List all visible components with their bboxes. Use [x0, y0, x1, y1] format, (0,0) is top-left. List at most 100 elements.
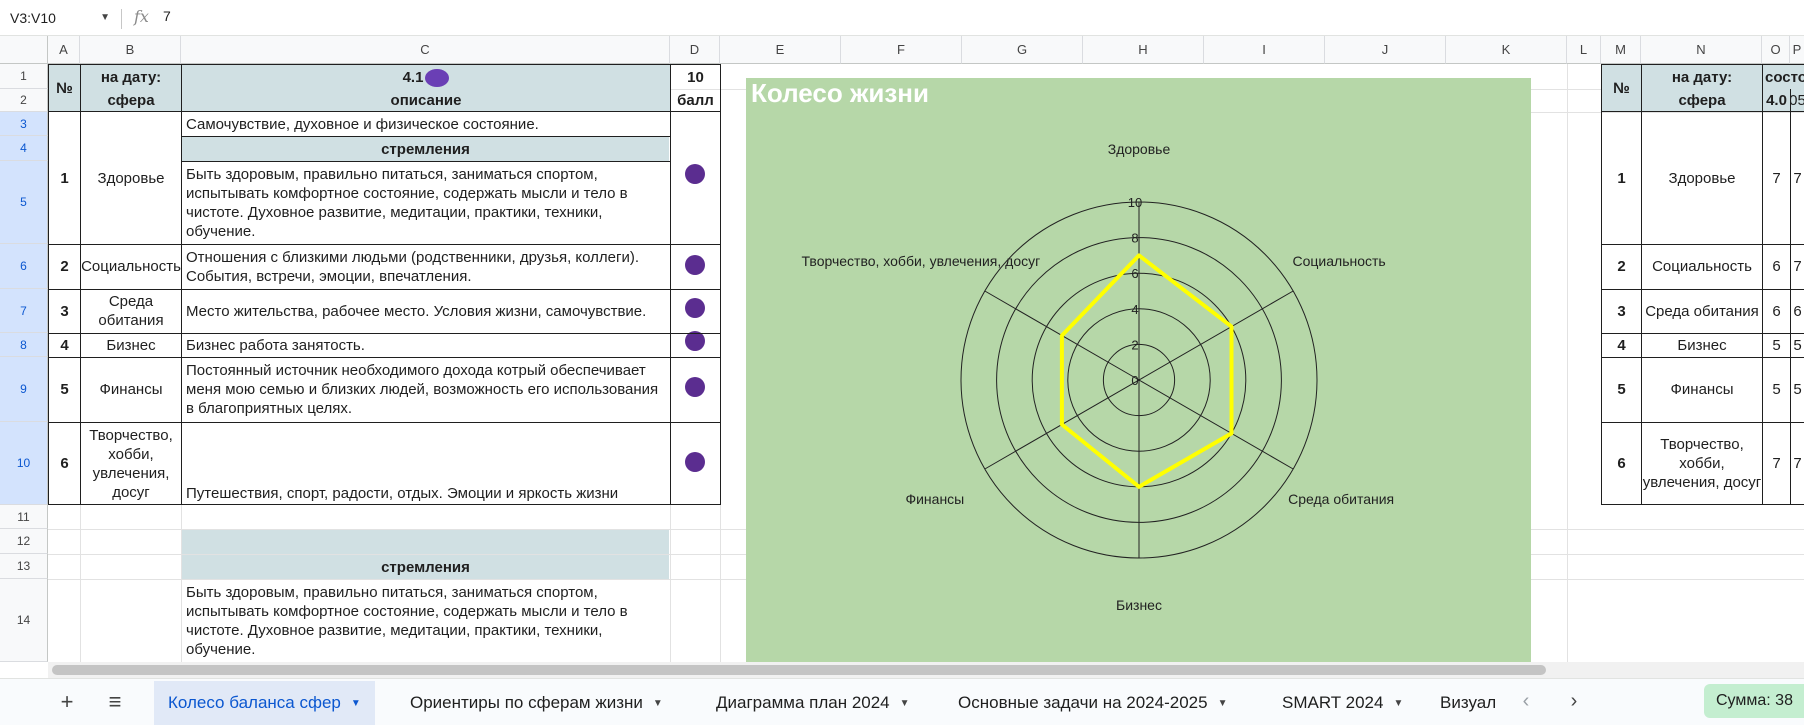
- row-header-3[interactable]: 3: [0, 112, 48, 136]
- tab-scroll-right-button[interactable]: ›: [1562, 690, 1586, 713]
- tab-label: Ориентиры по сферам жизни: [410, 693, 643, 712]
- rt-p-3[interactable]: 6: [1791, 289, 1804, 333]
- tab-scroll-left-button[interactable]: ‹: [1514, 690, 1538, 713]
- row-header-4[interactable]: 4: [0, 136, 48, 161]
- col-header-g[interactable]: G: [962, 36, 1083, 64]
- rt-o-4[interactable]: 5: [1763, 333, 1790, 357]
- radar-category-label: Бизнес: [1116, 597, 1162, 613]
- tab-life-spheres-guidelines[interactable]: Ориентиры по сферам жизни ▼: [396, 681, 677, 725]
- horizontal-scrollbar-thumb[interactable]: [52, 665, 1546, 675]
- col-header-a[interactable]: A: [48, 36, 80, 64]
- col-header-i[interactable]: I: [1204, 36, 1325, 64]
- row-header-9[interactable]: 9: [0, 357, 48, 422]
- chevron-down-icon[interactable]: ▼: [1393, 698, 1403, 709]
- rt-sphere-3: Среда обитания: [1645, 302, 1759, 320]
- rt-o-1[interactable]: 7: [1763, 112, 1790, 244]
- tab-visual[interactable]: Визуал: [1426, 681, 1498, 725]
- row-header-6[interactable]: 6: [0, 244, 48, 289]
- row-header-7[interactable]: 7: [0, 289, 48, 333]
- rt-no-3: 3: [1617, 302, 1626, 320]
- sphere-4: Бизнес: [106, 336, 156, 354]
- status-sum[interactable]: Сумма: 38: [1704, 684, 1804, 718]
- radar-tick-label: 2: [1131, 337, 1138, 352]
- col-header-b[interactable]: B: [80, 36, 181, 64]
- row-no-3: 3: [60, 302, 69, 320]
- select-all-corner[interactable]: [0, 36, 48, 64]
- table-border: [48, 333, 721, 334]
- row-header-5[interactable]: 5: [0, 161, 48, 244]
- chevron-down-icon[interactable]: ▼: [100, 6, 110, 30]
- add-sheet-button[interactable]: +: [53, 690, 81, 714]
- sphere-2: Социальность: [81, 258, 181, 275]
- rt-border: [1762, 64, 1763, 505]
- col-header-c[interactable]: C: [181, 36, 670, 64]
- chevron-down-icon[interactable]: ▼: [351, 698, 361, 709]
- row-header-12[interactable]: 12: [0, 529, 48, 554]
- row-header-11[interactable]: 11: [0, 505, 48, 529]
- radar-series-line: [1059, 253, 1234, 489]
- tab-main-tasks[interactable]: Основные задачи на 2024-2025 ▼: [944, 681, 1241, 725]
- chevron-down-icon[interactable]: ▼: [1218, 698, 1228, 709]
- radar-tick-label: 4: [1131, 302, 1138, 317]
- name-box-value: V3:V10: [10, 10, 56, 26]
- rt-header-date-p: 05: [1791, 89, 1804, 111]
- chevron-down-icon[interactable]: ▼: [900, 698, 910, 709]
- radar-category-label: Финансы: [905, 491, 964, 507]
- chevron-down-icon[interactable]: ▼: [653, 698, 663, 709]
- row-no-2: 2: [60, 258, 69, 275]
- col-header-k[interactable]: K: [1446, 36, 1567, 64]
- row-header-10[interactable]: 10: [0, 422, 48, 505]
- rt-o-3[interactable]: 6: [1763, 289, 1790, 333]
- life-wheel-chart[interactable]: 0 2 4 6 8 10 Здоровье Социальность Среда обитани…: [746, 78, 1531, 665]
- description-2: Отношения с близкими людьми (родственник…: [186, 248, 640, 285]
- rt-sphere-1: Здоровье: [1668, 169, 1736, 187]
- row-header-2[interactable]: 2: [0, 89, 48, 112]
- table-border: [181, 161, 670, 162]
- name-box[interactable]: V3:V10 ▼: [8, 6, 116, 30]
- col-header-l[interactable]: L: [1567, 36, 1601, 64]
- rt-sphere-2: Социальность: [1652, 258, 1752, 275]
- row-header-1[interactable]: 1: [0, 64, 48, 89]
- rt-p-1[interactable]: 7: [1791, 112, 1804, 244]
- header-date-value: 4.1: [182, 65, 670, 89]
- tab-smart-2024[interactable]: SMART 2024 ▼: [1268, 681, 1417, 725]
- rt-header-date-o: 4.0: [1763, 89, 1790, 111]
- rt-p-2[interactable]: 7: [1791, 244, 1804, 289]
- rt-p-4[interactable]: 5: [1791, 333, 1804, 357]
- rt-sphere-4: Бизнес: [1677, 336, 1727, 354]
- rt-o-6[interactable]: 7: [1763, 422, 1790, 505]
- table-border: [48, 289, 721, 290]
- tab-label: Визуал: [1440, 693, 1497, 712]
- grid-line: [1567, 64, 1568, 662]
- table-border: [181, 64, 182, 505]
- col-header-h[interactable]: H: [1083, 36, 1204, 64]
- rt-p-5[interactable]: 5: [1791, 357, 1804, 422]
- rt-header-sphere: сфера: [1642, 89, 1762, 111]
- col-header-m[interactable]: M: [1601, 36, 1641, 64]
- rt-border: [1601, 244, 1804, 245]
- col-header-p[interactable]: P: [1790, 36, 1804, 64]
- rt-border: [1601, 289, 1804, 290]
- formula-input[interactable]: 7: [163, 8, 171, 24]
- col-header-o[interactable]: O: [1762, 36, 1790, 64]
- col-header-e[interactable]: E: [720, 36, 841, 64]
- row-header-8[interactable]: 8: [0, 333, 48, 357]
- rt-o-2[interactable]: 6: [1763, 244, 1790, 289]
- description-1: Быть здоровым, правильно питаться, заним…: [186, 165, 628, 240]
- radar-spoke: [1138, 379, 1294, 470]
- fx-icon: fx: [134, 7, 149, 26]
- row-no-5: 5: [60, 381, 69, 398]
- col-header-d[interactable]: D: [670, 36, 720, 64]
- header-date-label: на дату:: [81, 65, 181, 89]
- row-header-14[interactable]: 14: [0, 579, 48, 662]
- header-description: описание: [182, 89, 670, 111]
- rt-o-5[interactable]: 5: [1763, 357, 1790, 422]
- col-header-n[interactable]: N: [1641, 36, 1762, 64]
- col-header-j[interactable]: J: [1325, 36, 1446, 64]
- all-sheets-button[interactable]: ≡: [101, 690, 129, 714]
- tab-chart-plan-2024[interactable]: Диаграмма план 2024 ▼: [702, 681, 924, 725]
- col-header-f[interactable]: F: [841, 36, 962, 64]
- tab-life-wheel[interactable]: Колесо баланса сфер ▼: [154, 681, 375, 725]
- row-header-13[interactable]: 13: [0, 554, 48, 579]
- rt-p-6[interactable]: 7: [1791, 422, 1804, 505]
